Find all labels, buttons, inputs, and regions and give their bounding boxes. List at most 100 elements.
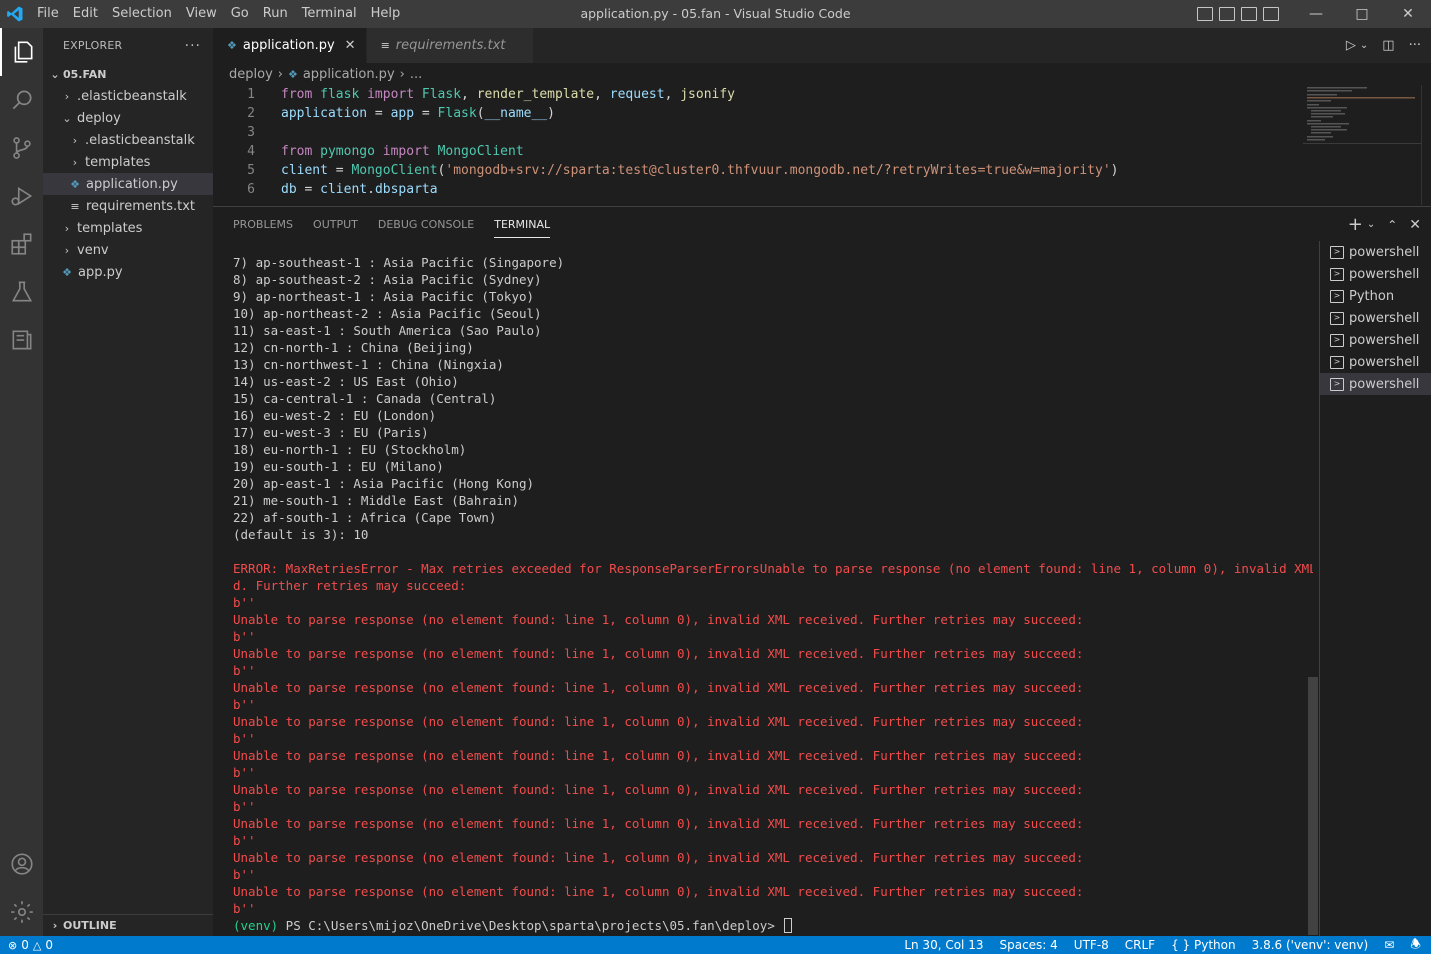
- accounts-icon[interactable]: [0, 840, 43, 888]
- code-token: MongoClient: [437, 144, 524, 159]
- source-control-icon[interactable]: [0, 124, 43, 172]
- tree-item-app-py[interactable]: ❖ app.py: [43, 261, 213, 283]
- editor-more-actions-icon[interactable]: ···: [1409, 38, 1421, 53]
- code-line[interactable]: 5 client = MongoClient('mongodb+srv://spa…: [213, 161, 1303, 180]
- tree-item-deploy[interactable]: ⌄ deploy: [43, 107, 213, 129]
- terminal-instance-powershell[interactable]: > powershell: [1320, 373, 1431, 395]
- error-count[interactable]: 0: [21, 938, 29, 952]
- panel-tab-problems[interactable]: PROBLEMS: [223, 207, 303, 242]
- testing-icon[interactable]: [0, 268, 43, 316]
- new-terminal-icon[interactable]: +: [1348, 214, 1363, 235]
- terminal-prompt[interactable]: (venv) PS C:\Users\mijoz\OneDrive\Deskto…: [233, 917, 1313, 934]
- tree-item-requirements-txt[interactable]: ≡ requirements.txt: [43, 195, 213, 217]
- minimap[interactable]: [1303, 85, 1421, 205]
- editor-scrollbar[interactable]: [1421, 85, 1431, 205]
- encoding[interactable]: UTF-8: [1074, 938, 1109, 952]
- panel-tab-debug-console[interactable]: DEBUG CONSOLE: [368, 207, 484, 242]
- breadcrumb-file[interactable]: application.py: [303, 67, 395, 82]
- remote-explorer-icon[interactable]: [0, 316, 43, 364]
- python-file-icon: ❖: [227, 39, 237, 52]
- menu-item-terminal[interactable]: Terminal: [295, 0, 364, 28]
- run-and-debug-icon[interactable]: [0, 172, 43, 220]
- code-line[interactable]: 6 db = client.dbsparta: [213, 180, 1303, 199]
- terminal-line: b'': [233, 697, 256, 712]
- end-of-line[interactable]: CRLF: [1125, 938, 1155, 952]
- terminal-icon: >: [1330, 311, 1344, 325]
- breadcrumb-folder[interactable]: deploy: [229, 67, 273, 82]
- terminal-instance-powershell[interactable]: > powershell: [1320, 307, 1431, 329]
- terminal-dropdown-chevron-icon[interactable]: ⌄: [1367, 219, 1375, 230]
- notifications-bell-icon[interactable]: 🕭: [1410, 935, 1421, 954]
- tree-item-label: templates: [77, 220, 143, 236]
- breadcrumb-more[interactable]: ...: [410, 67, 422, 82]
- close-panel-icon[interactable]: ✕: [1409, 217, 1421, 233]
- toggle-primary-sidebar-icon[interactable]: [1197, 7, 1213, 21]
- feedback-icon[interactable]: ✉: [1384, 938, 1394, 952]
- terminal-instance-powershell[interactable]: > powershell: [1320, 263, 1431, 285]
- minimize-button[interactable]: —: [1293, 0, 1339, 28]
- panel-tab-terminal[interactable]: TERMINAL: [484, 207, 560, 242]
- search-icon[interactable]: [0, 76, 43, 124]
- menu-item-edit[interactable]: Edit: [66, 0, 105, 28]
- outline-section[interactable]: › OUTLINE: [43, 914, 213, 936]
- run-python-file-icon[interactable]: ▷: [1346, 38, 1356, 53]
- manage-gear-icon[interactable]: [0, 888, 43, 936]
- terminal-list: > powershell > powershell > Python > powershell…: [1319, 241, 1431, 937]
- panel-tab-output[interactable]: OUTPUT: [303, 207, 368, 242]
- code-line[interactable]: 1 from flask import Flask, render_templat…: [213, 85, 1303, 104]
- tree-item-templates[interactable]: › templates: [43, 151, 213, 173]
- toggle-secondary-sidebar-icon[interactable]: [1241, 7, 1257, 21]
- close-window-button[interactable]: ✕: [1385, 0, 1431, 28]
- cursor-position[interactable]: Ln 30, Col 13: [904, 938, 983, 952]
- vscode-logo-icon: [0, 0, 30, 28]
- python-interpreter[interactable]: 3.8.6 ('venv': venv): [1252, 938, 1369, 952]
- menu-item-help[interactable]: Help: [364, 0, 408, 28]
- terminal-instance-powershell[interactable]: > powershell: [1320, 329, 1431, 351]
- terminal-scrollbar[interactable]: [1308, 677, 1318, 935]
- extensions-icon[interactable]: [0, 220, 43, 268]
- tab-requirements-txt[interactable]: ≡ requirements.txt: [366, 28, 535, 63]
- language-mode[interactable]: { } Python: [1171, 938, 1236, 952]
- terminal-line: b'': [233, 833, 256, 848]
- toggle-panel-icon[interactable]: [1219, 7, 1235, 21]
- close-tab-icon[interactable]: ✕: [345, 38, 356, 53]
- terminal-instance-label: powershell: [1349, 376, 1420, 392]
- warning-icon[interactable]: △: [33, 939, 41, 952]
- terminal-instance-python[interactable]: > Python: [1320, 285, 1431, 307]
- line-number: 3: [247, 125, 255, 140]
- warning-count[interactable]: 0: [45, 938, 53, 952]
- tab-application-py[interactable]: ❖ application.py ✕: [213, 28, 367, 63]
- menu-item-go[interactable]: Go: [224, 0, 256, 28]
- explorer-icon[interactable]: [0, 28, 43, 76]
- text-file-icon: ≡: [70, 199, 80, 213]
- run-dropdown-chevron-icon[interactable]: ⌄: [1360, 40, 1368, 51]
- tree-item-application-py[interactable]: ❖ application.py: [43, 173, 213, 195]
- terminal-instance-powershell[interactable]: > powershell: [1320, 241, 1431, 263]
- menu-item-selection[interactable]: Selection: [105, 0, 179, 28]
- terminal-instance-powershell[interactable]: > powershell: [1320, 351, 1431, 373]
- tree-item-elasticbeanstalk[interactable]: › .elasticbeanstalk: [43, 85, 213, 107]
- terminal-line: Unable to parse response (no element fou…: [233, 816, 1084, 831]
- maximize-panel-icon[interactable]: ⌃: [1387, 218, 1397, 232]
- code-line[interactable]: 2 application = app = Flask(__name__): [213, 104, 1303, 123]
- code-editor[interactable]: 1 from flask import Flask, render_templat…: [213, 85, 1303, 205]
- menu-item-run[interactable]: Run: [256, 0, 295, 28]
- menu-item-file[interactable]: File: [30, 0, 66, 28]
- indentation[interactable]: Spaces: 4: [999, 938, 1057, 952]
- terminal-output[interactable]: 7) ap-southeast-1 : Asia Pacific (Singap…: [233, 254, 1313, 934]
- error-icon[interactable]: ⊗: [8, 939, 17, 952]
- tree-item-venv[interactable]: › venv: [43, 239, 213, 261]
- code-line[interactable]: 4 from pymongo import MongoClient: [213, 142, 1303, 161]
- more-actions-icon[interactable]: ···: [185, 38, 201, 54]
- customize-layout-icon[interactable]: [1263, 7, 1279, 21]
- maximize-button[interactable]: □: [1339, 0, 1385, 28]
- code-line[interactable]: 3: [213, 123, 1303, 142]
- split-editor-icon[interactable]: ◫: [1382, 38, 1394, 53]
- workspace-root[interactable]: ⌄ 05.FAN: [43, 63, 213, 85]
- code-token: ,: [461, 87, 477, 102]
- python-file-icon: ❖: [62, 265, 72, 279]
- tree-item-templates[interactable]: › templates: [43, 217, 213, 239]
- menu-item-view[interactable]: View: [179, 0, 224, 28]
- tree-item-elasticbeanstalk[interactable]: › .elasticbeanstalk: [43, 129, 213, 151]
- terminal-line: 11) sa-east-1 : South America (Sao Paulo…: [233, 323, 542, 338]
